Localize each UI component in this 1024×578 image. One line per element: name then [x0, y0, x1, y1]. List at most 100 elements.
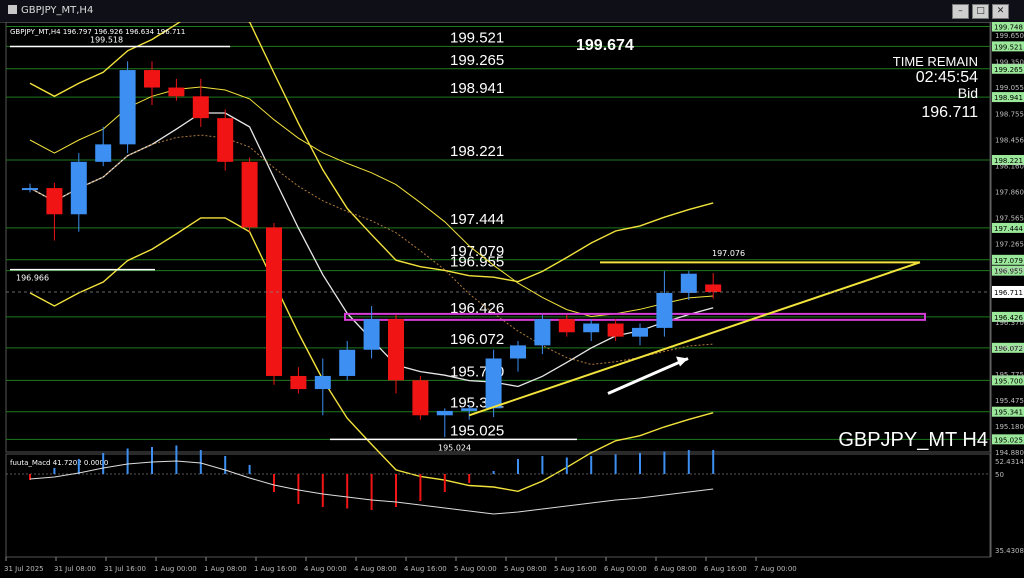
- level-tag: 195.341: [994, 409, 1023, 417]
- candle-body: [168, 87, 185, 97]
- maximize-button[interactable]: □: [972, 4, 989, 19]
- chart-header: GBPJPY_MT,H4 196.797 196.926 196.634 196…: [10, 28, 185, 36]
- level-tag: 199.521: [994, 43, 1023, 51]
- y-tick-label: 198.755: [995, 110, 1024, 118]
- x-tick-label: 5 Aug 16:00: [554, 565, 597, 573]
- indicator-label: fuuta_Macd 41.7202 0.0000: [10, 459, 108, 467]
- low-marker-label: 195.024: [438, 443, 471, 452]
- x-tick-label: 6 Aug 08:00: [654, 565, 697, 573]
- level-tag: 199.748: [994, 24, 1023, 32]
- level-label: 196.955: [450, 254, 504, 271]
- level-label: 196.072: [450, 331, 504, 348]
- y-tick-label: 199.650: [995, 32, 1024, 40]
- candle-body: [534, 319, 551, 346]
- x-tick-label: 31 Jul 16:00: [104, 565, 146, 573]
- x-tick-label: 6 Aug 00:00: [604, 565, 647, 573]
- candle-body: [217, 118, 234, 162]
- candle-body: [485, 358, 502, 409]
- y-tick-label: 195.475: [995, 397, 1024, 405]
- y-tick-label: 194.880: [995, 449, 1024, 457]
- current-price-tag: 196.711: [994, 289, 1023, 297]
- minimize-button[interactable]: –: [952, 4, 969, 19]
- y-tick-label: 195.775: [995, 371, 1024, 379]
- high-marker-label: 199.518: [90, 35, 123, 44]
- candle-body: [192, 96, 209, 119]
- level-tag: 195.025: [994, 436, 1023, 444]
- left-level-label: 196.966: [16, 274, 49, 283]
- candle-body: [363, 319, 380, 350]
- x-tick-label: 4 Aug 00:00: [304, 565, 347, 573]
- y-tick-label: 196.970: [995, 266, 1024, 274]
- top-price-label: 199.674: [576, 37, 634, 54]
- close-button[interactable]: ✕: [992, 4, 1009, 19]
- candle-body: [144, 70, 160, 88]
- candle-body: [95, 144, 112, 162]
- time-remain-value: 02:45:54: [916, 69, 978, 86]
- candle-body: [656, 292, 673, 328]
- price-chart[interactable]: 199.748 199.521 199.521 199.265 199.265 198.9…: [0, 22, 1024, 578]
- chart-tab-icon: [8, 5, 17, 14]
- x-tick-label: 1 Aug 08:00: [204, 565, 247, 573]
- bid-value: 196.711: [921, 104, 978, 121]
- x-tick-label: 5 Aug 08:00: [504, 565, 547, 573]
- x-tick-label: 1 Aug 16:00: [254, 565, 297, 573]
- candle-body: [680, 273, 697, 293]
- upper-band: [29, 22, 714, 283]
- x-tick-label: 5 Aug 00:00: [454, 565, 497, 573]
- chart-window: GBPJPY_MT,H4 – □ ✕ 199.748 199.521 199.521…: [0, 0, 1024, 578]
- candle-body: [436, 410, 453, 416]
- chart-tab-label: GBPJPY_MT,H4: [21, 5, 94, 16]
- y-tick-label: 196.370: [995, 319, 1024, 327]
- y-tick-label: 199.055: [995, 84, 1024, 92]
- level-tag: 197.079: [994, 257, 1023, 265]
- candle-body: [607, 323, 624, 337]
- candle-body: [314, 375, 331, 390]
- level-label: 195.025: [450, 422, 504, 439]
- y-tick-label: 197.860: [995, 189, 1024, 197]
- candle-body: [461, 408, 478, 411]
- chart-watermark: GBPJPY_MT H4: [838, 429, 988, 451]
- candle-body: [388, 319, 404, 381]
- y-tick-label: 199.350: [995, 58, 1024, 66]
- y-tick-label: 197.265: [995, 241, 1024, 249]
- candle-body: [705, 284, 722, 292]
- candle-body: [70, 161, 87, 215]
- candle-body: [119, 70, 136, 145]
- y-tick-label: 196.075: [995, 345, 1024, 353]
- indicator-tick-bottom: 35.4308: [995, 547, 1024, 555]
- candle-body: [339, 349, 356, 376]
- candle-body: [558, 319, 575, 333]
- candle-body: [632, 327, 648, 337]
- level-label: 198.941: [450, 80, 504, 97]
- candle-body: [46, 188, 63, 215]
- time-remain-label: TIME REMAIN: [893, 54, 978, 69]
- candle-body: [412, 380, 429, 416]
- level-label: 198.221: [450, 143, 504, 160]
- indicator-pane-border: [5, 453, 991, 558]
- right-level-label: 197.076: [712, 249, 745, 258]
- y-tick-label: 197.565: [995, 214, 1024, 222]
- level-label: 199.265: [450, 52, 504, 69]
- x-tick-label: 7 Aug 00:00: [754, 565, 797, 573]
- y-tick-label: 198.456: [995, 136, 1024, 144]
- level-tag: 198.941: [994, 94, 1023, 102]
- candle-body: [266, 227, 282, 376]
- level-label: 199.521: [450, 29, 504, 46]
- chart-tab[interactable]: GBPJPY_MT,H4: [4, 3, 99, 19]
- level-tag: 197.444: [994, 225, 1023, 233]
- level-tag: 199.265: [994, 66, 1023, 74]
- x-tick-label: 4 Aug 16:00: [404, 565, 447, 573]
- bid-label: Bid: [958, 85, 978, 101]
- x-tick-label: 31 Jul 08:00: [54, 565, 96, 573]
- candle-body: [241, 161, 258, 228]
- y-tick-label: 198.160: [995, 162, 1024, 170]
- indicator-tick-top: 52.4314: [995, 458, 1024, 466]
- y-tick-label: 195.180: [995, 423, 1024, 431]
- candle-body: [290, 375, 307, 390]
- candle-body: [510, 345, 526, 359]
- candle-body: [22, 188, 38, 191]
- x-tick-label: 1 Aug 00:00: [154, 565, 197, 573]
- x-tick-label: 31 Jul 2025: [4, 565, 44, 573]
- window-title-bar: GBPJPY_MT,H4 – □ ✕: [0, 0, 1024, 23]
- level-label: 197.444: [450, 211, 504, 228]
